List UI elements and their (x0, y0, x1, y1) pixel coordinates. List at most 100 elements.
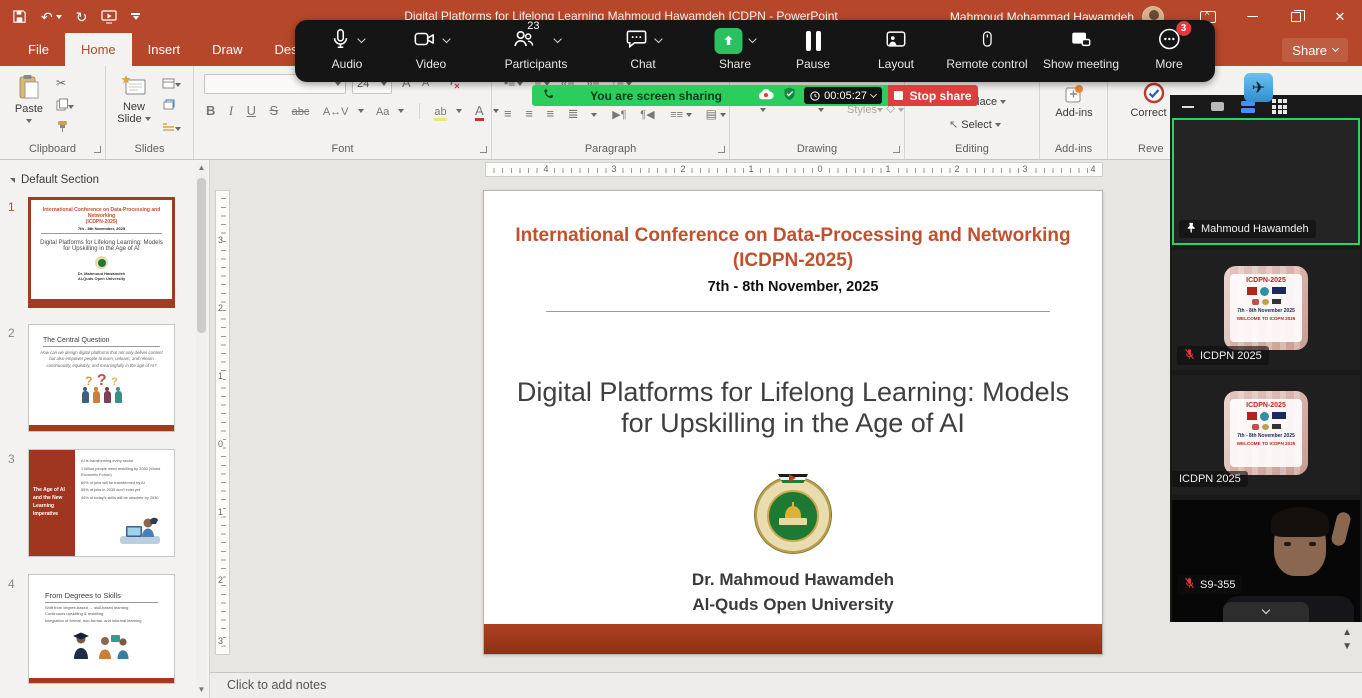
slide-3-thumbnail[interactable]: The Age of AI and the New Learning Imper… (28, 449, 175, 557)
muted-mic-icon (1184, 577, 1195, 592)
airplane-app-icon[interactable]: ✈ (1244, 73, 1273, 102)
scrollbar-thumb[interactable] (197, 178, 206, 333)
convert-smartart-icon[interactable]: ▤ (706, 107, 717, 121)
new-slide-button[interactable]: New Slide (112, 74, 156, 125)
strikethrough-abc-icon[interactable]: abc (292, 106, 310, 118)
stop-share-button[interactable]: Stop share (888, 85, 978, 106)
section-icon[interactable] (162, 120, 181, 138)
reset-icon[interactable] (162, 98, 175, 116)
slide-4-thumbnail[interactable]: From Degrees to Skills Shift from degree… (28, 574, 175, 684)
slideshow-icon[interactable] (101, 10, 117, 24)
align-left-icon[interactable]: ≡ (504, 106, 512, 121)
more-label: More (1155, 57, 1182, 71)
copy-icon[interactable] (56, 98, 74, 116)
change-case-icon[interactable]: Aa (376, 106, 389, 118)
restore-button[interactable] (1274, 0, 1318, 33)
minimize-button[interactable] (1230, 0, 1274, 33)
share-screen-label: Share (715, 57, 756, 71)
format-painter-icon[interactable] (56, 120, 69, 138)
panel-minimize-icon[interactable] (1182, 106, 1194, 108)
participants-chevron-icon[interactable] (553, 35, 561, 43)
thumb1-date: 7th - 8th November, 2025 (31, 226, 172, 231)
quick-access-toolbar: ↶ ↻ (12, 0, 140, 33)
more-participants-button[interactable] (1223, 602, 1309, 622)
share-button[interactable]: Share (1282, 38, 1348, 62)
font-dialog-launcher[interactable] (480, 146, 487, 153)
replace-button[interactable]: lace (977, 96, 1006, 108)
scroll-up-icon[interactable]: ▲ (196, 162, 207, 174)
stop-share-label: Stop share (909, 89, 971, 103)
more-button[interactable]: 3 More (1155, 27, 1182, 71)
italic-icon[interactable]: I (229, 103, 233, 119)
thumb2-title: The Central Question (43, 337, 160, 344)
align-text-icon[interactable]: ¶◀ (640, 109, 654, 121)
gallery-view-icon[interactable] (1272, 99, 1287, 114)
customize-qat-icon[interactable] (131, 13, 140, 19)
chat-button[interactable]: Chat (625, 27, 662, 71)
redo-icon[interactable]: ↻ (76, 10, 88, 24)
notes-pane[interactable]: Click to add notes (210, 672, 1362, 698)
character-spacing-icon[interactable]: A↔V (323, 106, 349, 118)
slide-1-thumbnail[interactable]: International Conference on Data-Process… (28, 197, 175, 308)
font-color-icon[interactable]: A (475, 103, 484, 121)
video-tile-2[interactable]: ICDPN-2025 7th - 8th November 2025 WELCO… (1172, 250, 1360, 370)
show-meeting-button[interactable]: Show meeting (1043, 27, 1119, 71)
pause-share-button[interactable]: Pause (796, 27, 830, 71)
select-button[interactable]: ↖ Select (949, 118, 1001, 131)
tab-file[interactable]: File (12, 33, 65, 66)
tab-insert[interactable]: Insert (132, 33, 197, 66)
participants-label: Participants (505, 57, 568, 71)
timer-chevron-icon (870, 91, 877, 98)
audio-chevron-icon[interactable] (357, 35, 365, 43)
current-slide-canvas[interactable]: International Conference on Data-Process… (483, 190, 1103, 655)
columns-icon[interactable]: ≡≡ (670, 109, 683, 121)
cut-icon[interactable]: ✂ (56, 76, 66, 90)
chat-chevron-icon[interactable] (654, 35, 662, 43)
undo-icon[interactable]: ↶ (41, 10, 62, 24)
bold-icon[interactable]: B (206, 103, 215, 118)
participants-button[interactable]: 23 Participants (505, 27, 568, 71)
slide-date: 7th - 8th November, 2025 (484, 279, 1102, 295)
audio-button[interactable]: Audio (330, 27, 365, 71)
speaker-view-icon[interactable] (1241, 101, 1255, 113)
layout-button[interactable]: Layout (878, 27, 914, 71)
tab-home[interactable]: Home (65, 33, 132, 66)
share-timer[interactable]: 00:05:27 (804, 87, 882, 104)
thumb1-title: Digital Platforms for Lifelong Learning:… (31, 240, 172, 252)
addins-button[interactable]: Add-ins (1052, 84, 1096, 119)
previous-slide-icon[interactable]: ▲ (1342, 627, 1352, 639)
clipboard-dialog-launcher[interactable] (94, 146, 101, 153)
share-screen-button[interactable]: Share (715, 27, 756, 71)
thumbnail-scrollbar[interactable]: ▲ ▼ (196, 162, 207, 696)
panel-restore-icon[interactable] (1211, 102, 1224, 111)
video-tile-1[interactable]: Mahmoud Hawamdeh (1172, 118, 1360, 245)
section-label: Default Section (21, 174, 99, 186)
strikethrough-icon[interactable]: S (269, 103, 278, 118)
tab-draw[interactable]: Draw (196, 33, 258, 66)
paste-button[interactable]: Paste (8, 74, 50, 127)
show-meeting-label: Show meeting (1043, 57, 1119, 71)
underline-icon[interactable]: U (247, 103, 256, 118)
show-meeting-icon (1069, 28, 1093, 55)
save-icon[interactable] (12, 9, 27, 24)
paragraph-dialog-launcher[interactable] (718, 146, 725, 153)
align-right-icon[interactable]: ≡ (546, 106, 554, 121)
video-button[interactable]: Video (413, 27, 450, 71)
remote-control-button[interactable]: Remote control (946, 27, 1027, 71)
next-slide-icon[interactable]: ▼ (1342, 641, 1352, 653)
text-direction-icon[interactable]: ▶¶ (612, 109, 626, 121)
align-center-icon[interactable]: ≡ (525, 106, 533, 121)
close-button[interactable]: ✕ (1318, 0, 1362, 33)
layout-icon[interactable] (162, 76, 181, 94)
highlight-color-icon[interactable]: ab (434, 106, 446, 121)
video-tile-3[interactable]: ICDPN-2025 7th - 8th November 2025 WELCO… (1172, 375, 1360, 495)
notes-placeholder: Click to add notes (227, 678, 326, 692)
slide-2-thumbnail[interactable]: The Central Question How can we design d… (28, 324, 175, 432)
drawing-dialog-launcher[interactable] (893, 146, 900, 153)
justify-icon[interactable]: ≣ (568, 106, 579, 121)
share-chevron-icon[interactable] (748, 35, 756, 43)
video-chevron-icon[interactable] (442, 35, 450, 43)
group-label-editing: Editing (905, 143, 1039, 155)
scroll-down-icon[interactable]: ▼ (196, 684, 207, 696)
section-header[interactable]: Default Section (10, 174, 99, 186)
